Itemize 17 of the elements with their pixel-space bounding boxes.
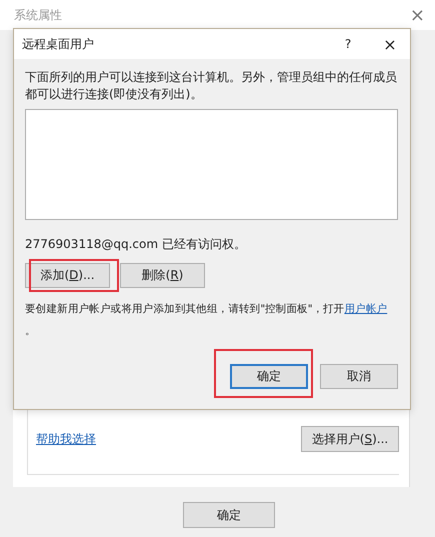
dialog-title: 远程桌面用户 [22, 36, 95, 52]
select-users-button[interactable]: 选择用户(S)... [301, 426, 399, 452]
cancel-button[interactable]: 取消 [320, 364, 398, 389]
ok-button[interactable]: 确定 [230, 364, 308, 389]
ok-button[interactable]: 确定 [183, 502, 275, 528]
window-title: 系统属性 [14, 6, 62, 24]
close-button[interactable]: × [380, 34, 400, 54]
description-text: 下面所列的用户可以连接到这台计算机。另外，管理员组中的任何成员都可以进行连接(即使没有列出)。 [25, 69, 398, 103]
access-note: 2776903118@qq.com 已经有访问权。 [25, 236, 247, 253]
user-list[interactable] [25, 109, 398, 220]
hint-text: 要创建新用户帐户或将用户添加到其他组，请转到"控制面板"，打开用户帐户 。 [25, 302, 388, 339]
remove-button[interactable]: 删除(R) [120, 263, 205, 288]
user-accounts-link[interactable]: 用户帐户 [344, 303, 388, 315]
help-button[interactable]: ? [338, 37, 358, 51]
help-link[interactable]: 帮助我选择 [36, 430, 96, 448]
add-button[interactable]: 添加(D)... [25, 263, 110, 288]
close-button[interactable]: × [410, 4, 425, 26]
